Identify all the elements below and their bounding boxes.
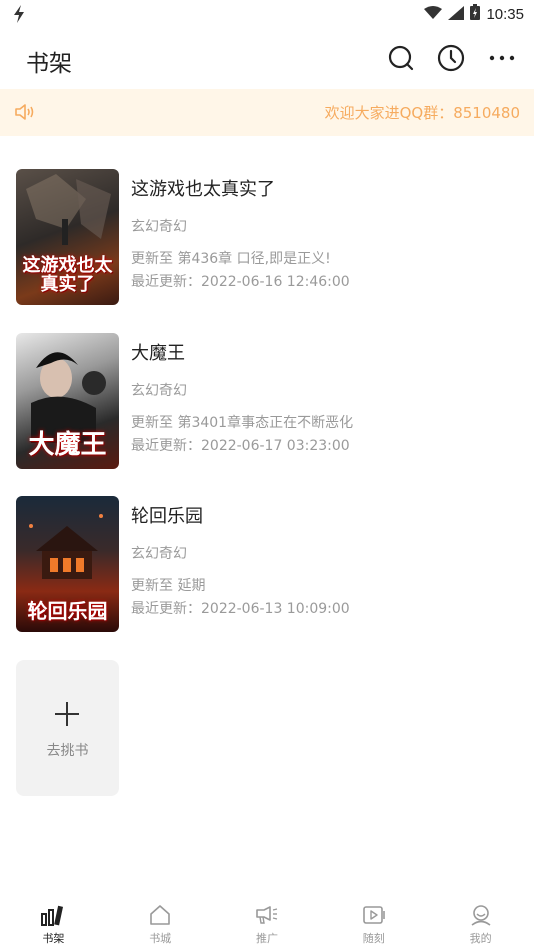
book-latest-chapter: 更新至 延期 [131, 578, 206, 594]
status-time: 10:35 [486, 5, 524, 23]
nav-label: 书城 [149, 932, 172, 945]
history-clock-icon[interactable] [435, 42, 467, 74]
signal-icon [448, 5, 465, 24]
cover-title: 轮回乐园 [27, 599, 108, 623]
bookshelf-icon [41, 903, 65, 927]
profile-icon [469, 903, 493, 927]
nav-item-bookshelf[interactable]: 书架 [0, 895, 107, 950]
nav-label: 推广 [255, 932, 278, 945]
lightning-icon [12, 4, 26, 29]
nav-item-bookstore[interactable]: 书城 [107, 895, 214, 950]
book-updated-time: 最近更新：2022-06-13 10:09:00 [131, 601, 350, 617]
book-updated-time: 最近更新：2022-06-17 03:23:00 [131, 438, 350, 454]
nav-item-moments[interactable]: 随刻 [320, 895, 427, 950]
speaker-icon [14, 102, 36, 126]
cover-title: 大魔王 [28, 429, 107, 460]
add-book-button[interactable]: 去挑书 [16, 660, 119, 796]
cover-title: 这游戏也太真实了 [22, 255, 113, 296]
page-title: 书架 [26, 51, 72, 77]
book-updated-time: 最近更新：2022-06-16 12:46:00 [131, 274, 350, 290]
header: 书架 [0, 30, 534, 86]
book-genre: 玄幻奇幻 [131, 219, 187, 235]
nav-item-profile[interactable]: 我的 [427, 895, 534, 950]
more-icon[interactable] [486, 42, 518, 74]
status-bar: 10:35 [0, 0, 534, 28]
book-title: 轮回乐园 [131, 506, 203, 527]
book-item[interactable]: 轮回乐园 轮回乐园 玄幻奇幻 更新至 延期 最近更新：2022-06-13 10… [0, 496, 534, 636]
nav-label: 我的 [469, 932, 492, 945]
notice-text: 欢迎大家进QQ群：8510480 [324, 104, 520, 122]
book-genre: 玄幻奇幻 [131, 546, 187, 562]
plus-icon [53, 700, 81, 732]
notice-bar[interactable]: 欢迎大家进QQ群：8510480 [0, 89, 534, 136]
nav-label: 随刻 [362, 932, 385, 945]
book-cover: 轮回乐园 [16, 496, 119, 632]
book-item[interactable]: 大魔王 大魔王 玄幻奇幻 更新至 第3401章事态正在不断恶化 最近更新：202… [0, 333, 534, 473]
wifi-icon [424, 5, 443, 24]
search-icon[interactable] [385, 42, 417, 74]
book-cover: 这游戏也太真实了 [16, 169, 119, 305]
video-icon [362, 903, 386, 927]
home-icon [148, 903, 172, 927]
book-latest-chapter: 更新至 第436章 口径,即是正义! [131, 251, 331, 267]
battery-icon [470, 4, 481, 24]
book-item[interactable]: 这游戏也太真实了 这游戏也太真实了 玄幻奇幻 更新至 第436章 口径,即是正义… [0, 169, 534, 309]
book-latest-chapter: 更新至 第3401章事态正在不断恶化 [131, 415, 354, 431]
nav-item-promotion[interactable]: 推广 [214, 895, 321, 950]
book-genre: 玄幻奇幻 [131, 383, 187, 399]
nav-label: 书架 [42, 932, 65, 945]
megaphone-icon [255, 903, 279, 927]
book-title: 这游戏也太真实了 [131, 179, 275, 200]
bottom-nav: 书架 书城 推广 随刻 我的 [0, 895, 534, 950]
book-cover: 大魔王 [16, 333, 119, 469]
book-title: 大魔王 [131, 343, 185, 364]
add-book-label: 去挑书 [46, 743, 89, 759]
